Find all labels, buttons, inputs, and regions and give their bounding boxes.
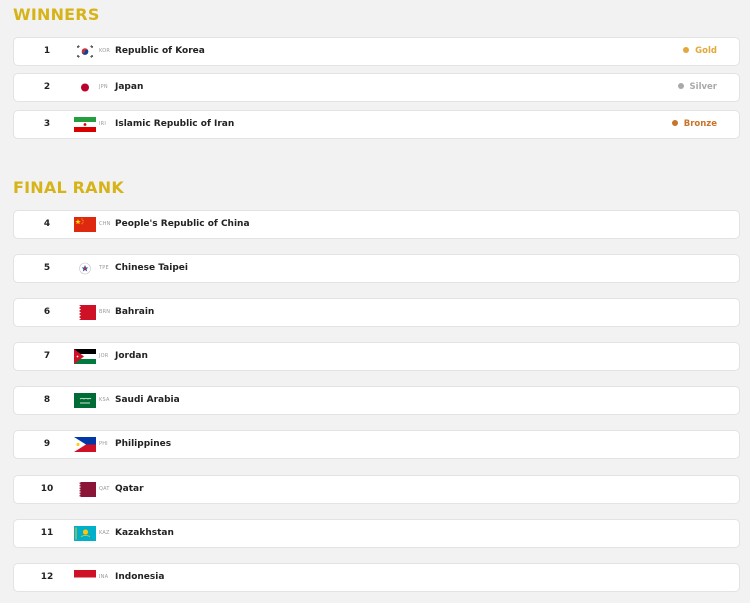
country-code: BRN — [99, 309, 111, 315]
medal-label: Bronze — [671, 111, 717, 138]
rank-number: 6 — [43, 307, 51, 317]
winner-row-1[interactable]: 1 KOR Republic of Korea Gold — [13, 37, 740, 66]
country-code: IRI — [99, 121, 107, 127]
medal-dot-icon — [683, 46, 690, 53]
final-rank-row-9[interactable]: 9 PHI Philippines — [13, 430, 740, 459]
country-code: KAZ — [99, 530, 110, 536]
country-name: Saudi Arabia — [115, 395, 180, 405]
medal-dot-icon — [671, 119, 678, 126]
rank-number: 9 — [43, 439, 51, 449]
china-flag-icon — [74, 217, 96, 232]
country-name: Indonesia — [115, 572, 165, 582]
rank-number: 11 — [40, 528, 54, 538]
country-name: People's Republic of China — [115, 219, 250, 229]
japan-flag-icon — [74, 80, 96, 95]
kazakhstan-flag-icon — [74, 526, 96, 541]
country-name: Republic of Korea — [115, 46, 205, 56]
country-code: JPN — [99, 84, 108, 90]
final-rank-row-5[interactable]: 5 TPE Chinese Taipei — [13, 254, 740, 283]
rank-number: 5 — [43, 263, 51, 273]
medal-dot-icon — [677, 82, 684, 89]
medal-text: Silver — [689, 82, 717, 92]
saudi-arabia-flag-icon — [74, 393, 96, 408]
medal-text: Gold — [695, 46, 717, 56]
indonesia-flag-icon — [74, 570, 96, 585]
winners-title: WINNERS — [13, 5, 100, 24]
qatar-flag-icon — [74, 482, 96, 497]
country-name: Chinese Taipei — [115, 263, 188, 273]
rank-number: 10 — [40, 484, 54, 494]
country-code: KSA — [99, 397, 110, 403]
final-rank-row-10[interactable]: 10 QAT Qatar — [13, 475, 740, 504]
country-code: INA — [99, 574, 109, 580]
winner-row-2[interactable]: 2 JPN Japan Silver — [13, 73, 740, 102]
rank-number: 4 — [43, 219, 51, 229]
rank-number: 12 — [40, 572, 54, 582]
country-name: Japan — [115, 82, 144, 92]
rank-number: 1 — [43, 46, 51, 56]
medal-text: Bronze — [683, 119, 717, 129]
country-name: Islamic Republic of Iran — [115, 119, 235, 129]
iran-flag-icon — [74, 117, 96, 132]
final-rank-row-7[interactable]: 7 JOR Jordan — [13, 342, 740, 371]
rank-number: 8 — [43, 395, 51, 405]
rank-number: 2 — [43, 82, 51, 92]
final-rank-title: FINAL RANK — [13, 178, 124, 197]
winner-row-3[interactable]: 3 IRI Islamic Republic of Iran Bronze — [13, 110, 740, 139]
country-code: PHI — [99, 441, 108, 447]
final-rank-row-11[interactable]: 11 KAZ Kazakhstan — [13, 519, 740, 548]
final-rank-row-12[interactable]: 12 INA Indonesia — [13, 563, 740, 592]
country-code: QAT — [99, 486, 110, 492]
medal-label: Gold — [683, 38, 717, 65]
rank-number: 7 — [43, 351, 51, 361]
bahrain-flag-icon — [74, 305, 96, 320]
jordan-flag-icon — [74, 349, 96, 364]
country-name: Philippines — [115, 439, 172, 449]
medal-label: Silver — [677, 74, 717, 101]
country-name: Bahrain — [115, 307, 155, 317]
korea-flag-icon — [74, 44, 96, 59]
philippines-flag-icon — [74, 437, 96, 452]
country-code: CHN — [99, 221, 111, 227]
country-name: Kazakhstan — [115, 528, 174, 538]
country-name: Jordan — [115, 351, 148, 361]
chinese-taipei-flag-icon — [74, 261, 96, 276]
rank-number: 3 — [43, 119, 51, 129]
country-code: TPE — [99, 265, 109, 271]
final-rank-row-6[interactable]: 6 BRN Bahrain — [13, 298, 740, 327]
final-rank-row-8[interactable]: 8 KSA Saudi Arabia — [13, 386, 740, 415]
country-name: Qatar — [115, 484, 144, 494]
country-code: KOR — [99, 48, 111, 54]
final-rank-row-4[interactable]: 4 CHN People's Republic of China — [13, 210, 740, 239]
country-code: JOR — [99, 353, 109, 359]
